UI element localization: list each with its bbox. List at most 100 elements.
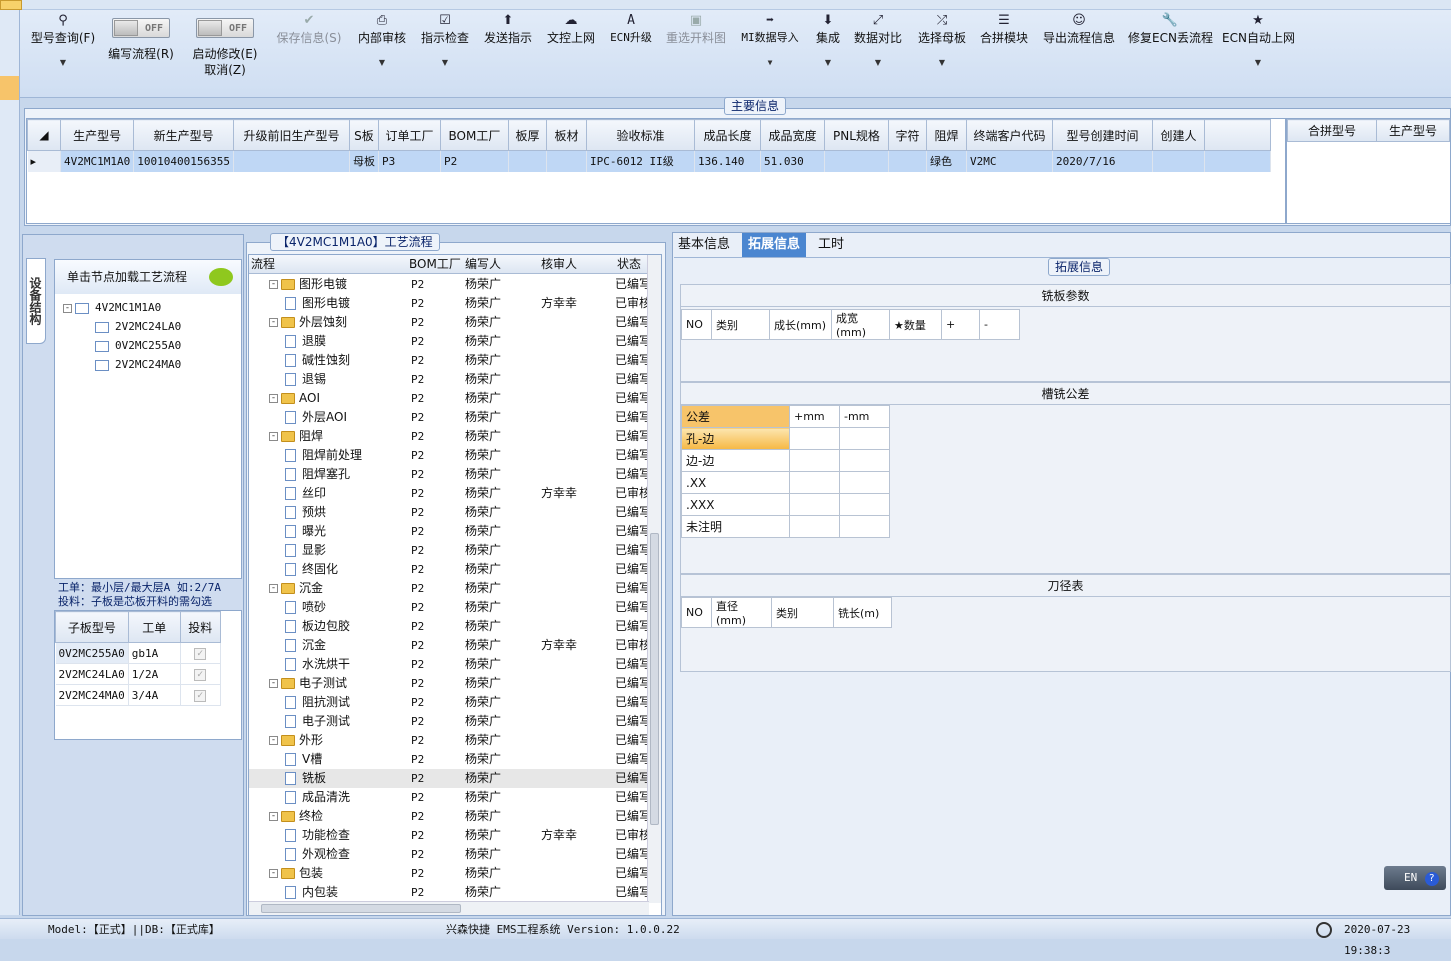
writer-cell[interactable]: 杨荣广 bbox=[465, 598, 525, 617]
reviewer-cell[interactable] bbox=[541, 674, 601, 693]
reviewer-cell[interactable] bbox=[541, 769, 601, 788]
reviewer-cell[interactable] bbox=[541, 427, 601, 446]
status-cell[interactable]: 已编写 bbox=[615, 370, 649, 389]
collapse-icon[interactable]: - bbox=[269, 432, 278, 441]
flow-row[interactable]: - 电子测试 P2 杨荣广 已编写 bbox=[249, 674, 649, 693]
status-cell[interactable]: 已编写 bbox=[615, 750, 649, 769]
status-cell[interactable]: 已编写 bbox=[615, 712, 649, 731]
column-header[interactable]: 终端客户代码 bbox=[965, 119, 1053, 151]
bom-factory-cell[interactable]: P2 bbox=[411, 750, 451, 769]
fix-ecn-button[interactable]: 🔧 修复ECN丢流程 bbox=[1128, 12, 1213, 82]
writer-cell[interactable]: 杨荣广 bbox=[465, 579, 525, 598]
main-info-cell[interactable]: 136.140 bbox=[694, 150, 761, 172]
flow-row[interactable]: - 包装 P2 杨荣广 已编写 bbox=[249, 864, 649, 883]
plus-mm-cell[interactable] bbox=[789, 449, 840, 472]
column-header[interactable]: 阻焊 bbox=[925, 119, 967, 151]
main-info-cell[interactable] bbox=[508, 150, 547, 172]
writer-cell[interactable]: 杨荣广 bbox=[465, 351, 525, 370]
column-header[interactable]: 状态 bbox=[617, 255, 647, 274]
collapse-icon[interactable]: - bbox=[269, 736, 278, 745]
collapse-icon[interactable]: - bbox=[269, 318, 278, 327]
writer-cell[interactable]: 杨荣广 bbox=[465, 788, 525, 807]
status-cell[interactable]: 已编写 bbox=[615, 731, 649, 750]
bom-factory-cell[interactable]: P2 bbox=[411, 275, 451, 294]
flow-step-name[interactable]: 阻焊前处理 bbox=[285, 446, 404, 465]
flow-step-name[interactable]: 曝光 bbox=[285, 522, 404, 541]
flow-row[interactable]: 功能检查 P2 杨荣广 方幸幸 已审核 bbox=[249, 826, 649, 845]
bom-factory-cell[interactable]: P2 bbox=[411, 294, 451, 313]
bom-factory-cell[interactable]: P2 bbox=[411, 313, 451, 332]
reselect-cut-button[interactable]: ▣ 重选开料图 bbox=[664, 12, 728, 82]
bom-factory-cell[interactable]: P2 bbox=[411, 731, 451, 750]
flow-step-name[interactable]: 阻抗测试 bbox=[285, 693, 404, 712]
reviewer-cell[interactable] bbox=[541, 313, 601, 332]
bom-factory-cell[interactable]: P2 bbox=[411, 636, 451, 655]
status-cell[interactable]: 已审核 bbox=[615, 636, 649, 655]
column-header[interactable]: 工单 bbox=[127, 611, 181, 643]
cancel-button[interactable]: 取消(Z) bbox=[204, 63, 246, 77]
flow-row[interactable]: 内包装 P2 杨荣广 已编写 bbox=[249, 883, 649, 902]
integrate-button[interactable]: ⬇ 集成 ▼ bbox=[812, 12, 844, 82]
flow-step-name[interactable]: 图形电镀 bbox=[285, 294, 404, 313]
reviewer-cell[interactable]: 方幸幸 bbox=[541, 636, 601, 655]
writer-cell[interactable]: 杨荣广 bbox=[465, 313, 525, 332]
writer-cell[interactable]: 杨荣广 bbox=[465, 427, 525, 446]
flow-row[interactable]: 退锡 P2 杨荣广 已编写 bbox=[249, 370, 649, 389]
status-cell[interactable]: 已编写 bbox=[615, 864, 649, 883]
collapse-icon[interactable]: - bbox=[269, 679, 278, 688]
reviewer-cell[interactable] bbox=[541, 408, 601, 427]
flow-row[interactable]: 外观检查 P2 杨荣广 已编写 bbox=[249, 845, 649, 864]
column-header[interactable]: 创建人 bbox=[1151, 119, 1205, 151]
flow-row[interactable]: 沉金 P2 杨荣广 方幸幸 已审核 bbox=[249, 636, 649, 655]
reviewer-cell[interactable]: 方幸幸 bbox=[541, 826, 601, 845]
status-cell[interactable]: 已编写 bbox=[615, 427, 649, 446]
order-cell[interactable]: 3/4A bbox=[128, 684, 181, 706]
flow-step-name[interactable]: 沉金 bbox=[285, 636, 404, 655]
bom-factory-cell[interactable]: P2 bbox=[411, 522, 451, 541]
data-compare-button[interactable]: ⤢ 数据对比 ▼ bbox=[852, 12, 904, 82]
tab-extended-info[interactable]: 拓展信息 bbox=[742, 233, 807, 257]
flow-row[interactable]: 水洗烘干 P2 杨荣广 已编写 bbox=[249, 655, 649, 674]
reviewer-cell[interactable] bbox=[541, 883, 601, 902]
writer-cell[interactable]: 杨荣广 bbox=[465, 332, 525, 351]
status-cell[interactable]: 已编写 bbox=[615, 351, 649, 370]
table-row[interactable]: 0V2MC255A0 gb1A ✓ bbox=[55, 642, 221, 664]
reviewer-cell[interactable] bbox=[541, 560, 601, 579]
plus-mm-cell[interactable] bbox=[789, 471, 840, 494]
flow-row[interactable]: 终固化 P2 杨荣广 已编写 bbox=[249, 560, 649, 579]
bom-factory-cell[interactable]: P2 bbox=[411, 541, 451, 560]
bom-factory-cell[interactable]: P2 bbox=[411, 408, 451, 427]
column-header[interactable]: 类别 bbox=[711, 309, 770, 340]
flow-step-name[interactable]: - 沉金 bbox=[269, 579, 404, 598]
bom-factory-cell[interactable]: P2 bbox=[411, 560, 451, 579]
tab-work-hours[interactable]: 工时 bbox=[812, 233, 850, 257]
reviewer-cell[interactable]: 方幸幸 bbox=[541, 294, 601, 313]
writer-cell[interactable]: 杨荣广 bbox=[465, 389, 525, 408]
status-cell[interactable]: 已编写 bbox=[615, 807, 649, 826]
internal-review-button[interactable]: ⎙ 内部审核 ▼ bbox=[356, 12, 408, 82]
ecn-upgrade-button[interactable]: A ECN升级 bbox=[607, 12, 655, 82]
collapse-icon[interactable]: - bbox=[269, 394, 278, 403]
feed-checkbox[interactable]: ✓ bbox=[180, 684, 221, 706]
main-info-cell[interactable] bbox=[233, 150, 350, 172]
column-header[interactable]: NO bbox=[681, 597, 712, 628]
writer-cell[interactable]: 杨荣广 bbox=[465, 807, 525, 826]
reviewer-cell[interactable] bbox=[541, 807, 601, 826]
send-instruction-button[interactable]: ⬆ 发送指示 bbox=[481, 12, 535, 82]
column-header[interactable]: -mm bbox=[839, 405, 890, 428]
instruction-check-button[interactable]: ☑ 指示检查 ▼ bbox=[419, 12, 471, 82]
flow-row[interactable]: - AOI P2 杨荣广 已编写 bbox=[249, 389, 649, 408]
reviewer-cell[interactable] bbox=[541, 712, 601, 731]
flow-step-name[interactable]: 喷砂 bbox=[285, 598, 404, 617]
writer-cell[interactable]: 杨荣广 bbox=[465, 655, 525, 674]
flow-row[interactable]: - 外层蚀刻 P2 杨荣广 已编写 bbox=[249, 313, 649, 332]
bom-factory-cell[interactable]: P2 bbox=[411, 617, 451, 636]
column-header[interactable]: 字符 bbox=[887, 119, 927, 151]
flow-row[interactable]: 预烘 P2 杨荣广 已编写 bbox=[249, 503, 649, 522]
reviewer-cell[interactable] bbox=[541, 522, 601, 541]
status-cell[interactable]: 已编写 bbox=[615, 522, 649, 541]
table-row[interactable]: .XXX bbox=[681, 493, 890, 516]
bom-factory-cell[interactable]: P2 bbox=[411, 598, 451, 617]
bom-factory-cell[interactable]: P2 bbox=[411, 693, 451, 712]
status-cell[interactable]: 已编写 bbox=[615, 598, 649, 617]
